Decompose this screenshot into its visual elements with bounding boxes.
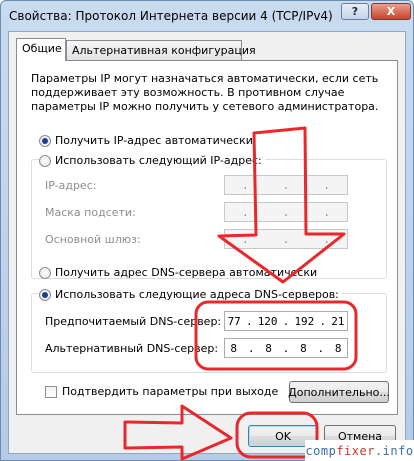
ip-manual-option[interactable]: Использовать следующий IP-адрес: [39,154,265,167]
tab-alternate-config[interactable]: Альтернативная конфигурация [66,40,256,60]
ip-address-label: IP-адрес: [45,179,97,192]
dns-manual-option[interactable]: Использовать следующие адреса DNS-сервер… [39,288,342,301]
validate-label: Подтвердить параметры при выходе [62,385,279,398]
description-text: Параметры IP могут назначаться автоматич… [31,72,379,113]
preferred-dns-input[interactable]: 77. 120. 192. 21 [224,311,348,331]
dns-manual-label: Использовать следующие адреса DNS-сервер… [55,288,339,301]
validate-option[interactable]: Подтвердить параметры при выходе [45,385,278,398]
gateway-input: ... [224,229,348,249]
watermark: comp fixer .info [305,440,414,461]
preferred-dns-label: Предпочитаемый DNS-сервер: [45,315,222,328]
advanced-button[interactable]: Дополнительно... [288,381,390,403]
window-title: Свойства: Протокол Интернета версии 4 (T… [9,9,333,23]
ip-auto-radio[interactable] [39,134,51,147]
ip-address-input: ... [224,175,348,195]
ip-manual-label: Использовать следующий IP-адрес: [55,154,262,167]
dns-settings-group [31,293,387,373]
ip-auto-label: Получить IP-адрес автоматически [55,134,253,147]
alternate-dns-input[interactable]: 8.8.8.8 [224,338,348,358]
dns-auto-label: Получить адрес DNS-сервера автоматически [55,266,318,279]
subnet-mask-label: Маска подсети: [45,206,136,219]
help-button[interactable]: ? [341,3,369,20]
dns-auto-radio[interactable] [39,266,51,279]
dialog-window: Свойства: Протокол Интернета версии 4 (T… [0,0,414,461]
ip-manual-radio[interactable] [39,154,51,167]
tab-general[interactable]: Общие [16,38,66,61]
dns-manual-radio[interactable] [39,288,51,301]
gateway-label: Основной шлюз: [45,233,141,246]
validate-checkbox[interactable] [45,385,57,398]
dns-auto-option[interactable]: Получить адрес DNS-сервера автоматически [39,266,317,279]
general-panel: Параметры IP могут назначаться автоматич… [16,60,398,415]
dialog-client: Общие Альтернативная конфигурация Параме… [8,31,406,454]
subnet-mask-input: ... [224,202,348,222]
ip-auto-option[interactable]: Получить IP-адрес автоматически [39,134,253,147]
title-bar[interactable]: Свойства: Протокол Интернета версии 4 (T… [1,1,413,31]
alternate-dns-label: Альтернативный DNS-сервер: [45,342,219,355]
close-button[interactable]: X [371,3,411,20]
